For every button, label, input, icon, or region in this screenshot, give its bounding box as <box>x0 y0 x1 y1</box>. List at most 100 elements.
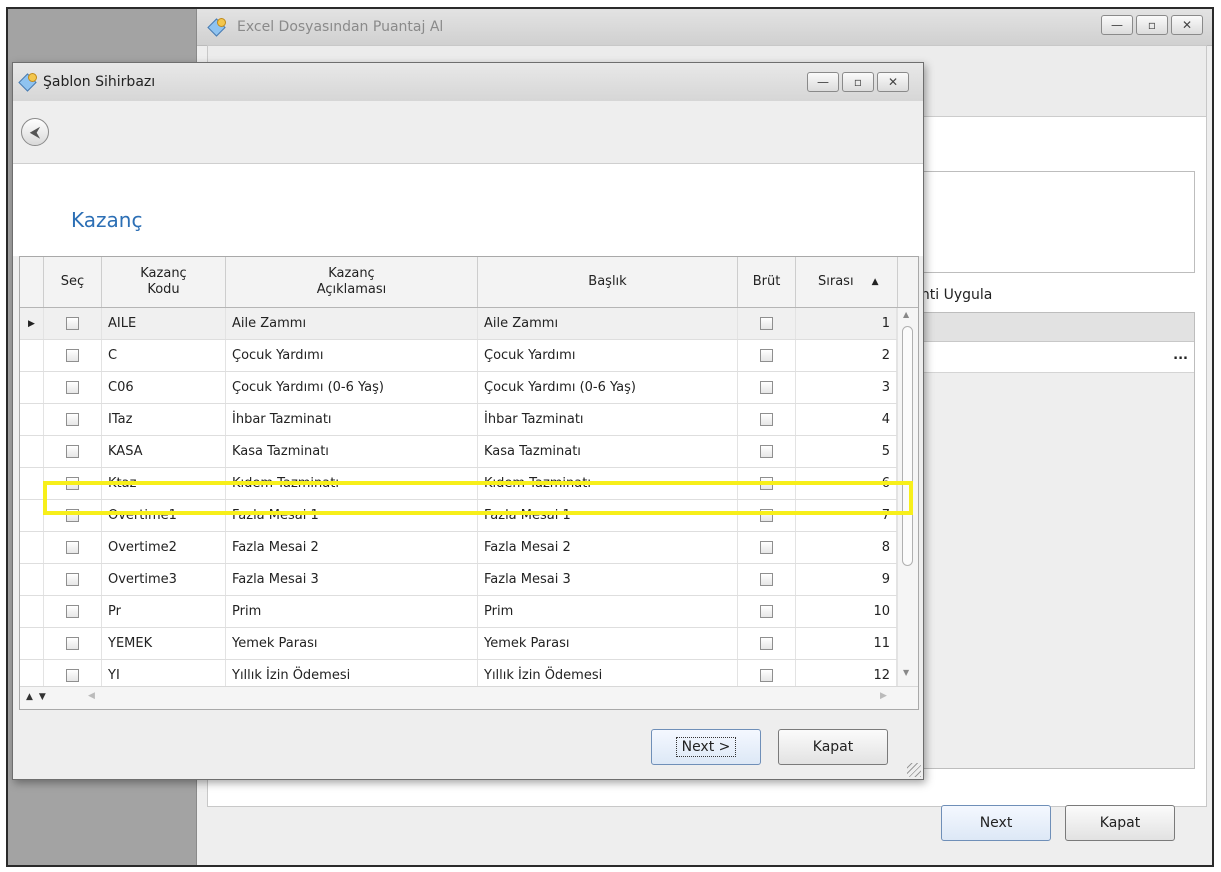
code-cell[interactable]: Overtime1 <box>102 500 226 531</box>
code-cell[interactable]: C <box>102 340 226 371</box>
desc-cell[interactable]: Fazla Mesai 2 <box>226 532 478 563</box>
code-cell[interactable]: ITaz <box>102 404 226 435</box>
column-header-description[interactable]: Kazanç Açıklaması <box>226 257 478 307</box>
gross-checkbox[interactable] <box>760 349 773 362</box>
code-cell[interactable]: C06 <box>102 372 226 403</box>
select-checkbox[interactable] <box>66 413 79 426</box>
select-checkbox[interactable] <box>66 605 79 618</box>
gross-checkbox[interactable] <box>760 605 773 618</box>
gross-checkbox[interactable] <box>760 669 773 682</box>
gross-checkbox[interactable] <box>760 637 773 650</box>
dialog-close-button[interactable]: ✕ <box>877 72 909 92</box>
select-checkbox[interactable] <box>66 317 79 330</box>
vertical-scrollbar[interactable]: ▲ ▼ <box>897 308 918 686</box>
title-cell[interactable]: Fazla Mesai 2 <box>478 532 738 563</box>
table-row[interactable]: YEMEK Yemek Parası Yemek Parası 11 <box>20 628 918 660</box>
select-checkbox[interactable] <box>66 509 79 522</box>
background-next-button[interactable]: Next <box>941 805 1051 841</box>
title-cell[interactable]: Kıdem Tazminatı <box>478 468 738 499</box>
order-cell[interactable]: 2 <box>796 340 897 371</box>
order-cell[interactable]: 3 <box>796 372 897 403</box>
title-cell[interactable]: Yemek Parası <box>478 628 738 659</box>
code-cell[interactable]: AILE <box>102 308 226 339</box>
background-close-button[interactable]: Kapat <box>1065 805 1175 841</box>
gross-checkbox[interactable] <box>760 509 773 522</box>
code-cell[interactable]: Ktaz <box>102 468 226 499</box>
order-cell[interactable]: 6 <box>796 468 897 499</box>
table-row[interactable]: Overtime1 Fazla Mesai 1 Fazla Mesai 17 <box>20 500 918 532</box>
table-row[interactable]: Overtime2 Fazla Mesai 2 Fazla Mesai 28 <box>20 532 918 564</box>
desc-cell[interactable]: Fazla Mesai 3 <box>226 564 478 595</box>
table-row[interactable]: C Çocuk Yardımı Çocuk Yardımı 2 <box>20 340 918 372</box>
scroll-down-icon[interactable]: ▼ <box>903 668 909 677</box>
select-checkbox[interactable] <box>66 349 79 362</box>
table-row[interactable]: ITaz İhbar Tazminatı İhbar Tazminatı 4 <box>20 404 918 436</box>
code-cell[interactable]: Overtime3 <box>102 564 226 595</box>
desc-cell[interactable]: İhbar Tazminatı <box>226 404 478 435</box>
order-cell[interactable]: 10 <box>796 596 897 627</box>
order-cell[interactable]: 4 <box>796 404 897 435</box>
desc-cell[interactable]: Yemek Parası <box>226 628 478 659</box>
scroll-right-icon[interactable]: ▶ <box>880 691 887 701</box>
title-cell[interactable]: Çocuk Yardımı <box>478 340 738 371</box>
gross-checkbox[interactable] <box>760 445 773 458</box>
table-row[interactable]: Pr Prim Prim 10 <box>20 596 918 628</box>
desc-cell[interactable]: Fazla Mesai 1 <box>226 500 478 531</box>
resize-grip-icon[interactable] <box>907 763 921 777</box>
desc-cell[interactable]: Aile Zammı <box>226 308 478 339</box>
select-checkbox[interactable] <box>66 573 79 586</box>
select-checkbox[interactable] <box>66 445 79 458</box>
column-header-title[interactable]: Başlık <box>478 257 738 307</box>
code-cell[interactable]: YEMEK <box>102 628 226 659</box>
order-cell[interactable]: 8 <box>796 532 897 563</box>
title-cell[interactable]: Aile Zammı <box>478 308 738 339</box>
dialog-maximize-button[interactable]: ▫ <box>842 72 874 92</box>
gross-checkbox[interactable] <box>760 317 773 330</box>
ellipsis-button[interactable]: ... <box>1173 348 1188 363</box>
order-cell[interactable]: 5 <box>796 436 897 467</box>
scrollbar-thumb[interactable] <box>902 326 913 566</box>
dialog-minimize-button[interactable]: — <box>807 72 839 92</box>
column-header-select[interactable]: Seç <box>44 257 102 307</box>
maximize-button[interactable]: ▫ <box>1136 15 1168 35</box>
desc-cell[interactable]: Kasa Tazminatı <box>226 436 478 467</box>
gross-checkbox[interactable] <box>760 573 773 586</box>
order-cell[interactable]: 9 <box>796 564 897 595</box>
title-cell[interactable]: Fazla Mesai 3 <box>478 564 738 595</box>
table-row[interactable]: C06 Çocuk Yardımı (0-6 Yaş) Çocuk Yardımı … <box>20 372 918 404</box>
code-cell[interactable]: Pr <box>102 596 226 627</box>
desc-cell[interactable]: Prim <box>226 596 478 627</box>
back-arrow-icon[interactable]: ⮜ <box>21 118 49 146</box>
select-checkbox[interactable] <box>66 669 79 682</box>
select-checkbox[interactable] <box>66 637 79 650</box>
next-button[interactable]: Next > <box>651 729 761 765</box>
gross-checkbox[interactable] <box>760 541 773 554</box>
code-cell[interactable]: KASA <box>102 436 226 467</box>
scroll-up-icon[interactable]: ▲ <box>903 310 909 319</box>
table-row[interactable]: KASA Kasa Tazminatı Kasa Tazminatı 5 <box>20 436 918 468</box>
table-row[interactable]: Overtime3 Fazla Mesai 3 Fazla Mesai 39 <box>20 564 918 596</box>
select-checkbox[interactable] <box>66 381 79 394</box>
order-cell[interactable]: 11 <box>796 628 897 659</box>
title-cell[interactable]: Çocuk Yardımı (0-6 Yaş) <box>478 372 738 403</box>
order-cell[interactable]: 1 <box>796 308 897 339</box>
desc-cell[interactable]: Çocuk Yardımı <box>226 340 478 371</box>
desc-cell[interactable]: Kıdem Tazminatı <box>226 468 478 499</box>
gross-checkbox[interactable] <box>760 381 773 394</box>
title-cell[interactable]: Prim <box>478 596 738 627</box>
select-checkbox[interactable] <box>66 541 79 554</box>
gross-checkbox[interactable] <box>760 413 773 426</box>
title-cell[interactable]: Kasa Tazminatı <box>478 436 738 467</box>
row-navigation-icons[interactable]: ▲▼ <box>26 692 52 702</box>
close-button[interactable]: ✕ <box>1171 15 1203 35</box>
minimize-button[interactable]: — <box>1101 15 1133 35</box>
column-header-code[interactable]: Kazanç Kodu <box>102 257 226 307</box>
column-header-gross[interactable]: Brüt <box>738 257 796 307</box>
column-header-order[interactable]: Sırası ▲ <box>796 257 898 307</box>
close-dialog-button[interactable]: Kapat <box>778 729 888 765</box>
gross-checkbox[interactable] <box>760 477 773 490</box>
select-checkbox[interactable] <box>66 477 79 490</box>
table-row[interactable]: ▶ AILE Aile Zammı Aile Zammı 1 <box>20 308 918 340</box>
title-cell[interactable]: Fazla Mesai 1 <box>478 500 738 531</box>
table-row[interactable]: Ktaz Kıdem Tazminatı Kıdem Tazminatı 6 <box>20 468 918 500</box>
